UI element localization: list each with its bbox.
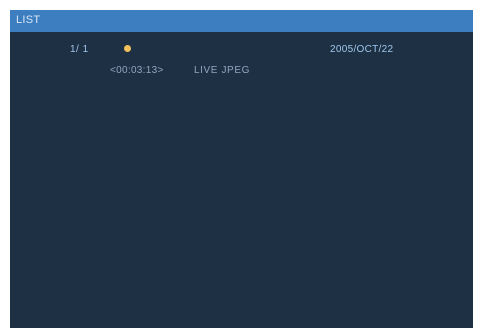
screen-title: LIST xyxy=(16,14,41,26)
date-label: 2005/OCT/22 xyxy=(330,44,394,55)
status-row: 1/ 1 2005/OCT/22 xyxy=(10,44,473,58)
title-bar: LIST xyxy=(10,10,473,32)
item-counter: 1/ 1 xyxy=(70,44,89,55)
list-area xyxy=(10,82,473,328)
playback-list-screen: LIST 1/ 1 2005/OCT/22 <00:03:13> LIVE JP… xyxy=(10,10,473,328)
indicator-dot-icon xyxy=(124,45,131,52)
item-timecode: <00:03:13> xyxy=(110,65,164,76)
item-format: LIVE JPEG xyxy=(194,65,250,76)
list-item[interactable]: <00:03:13> LIVE JPEG xyxy=(10,65,473,79)
